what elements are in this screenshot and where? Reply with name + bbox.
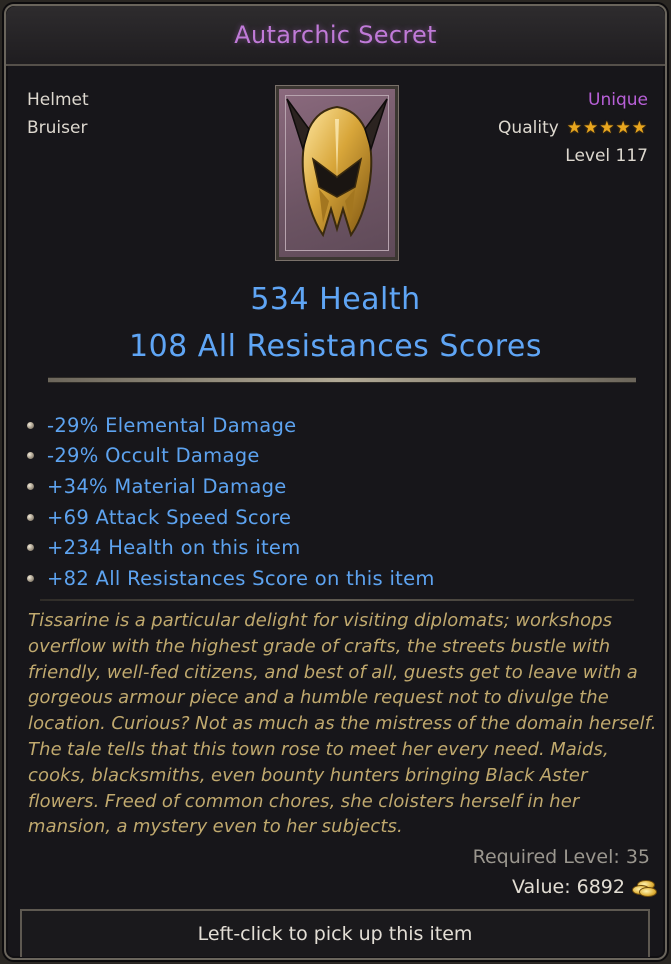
modifier-text: +69 Attack Speed Score bbox=[47, 505, 292, 529]
flavor-text: Tissarine is a particular delight for vi… bbox=[28, 608, 658, 840]
modifier-text: +234 Health on this item bbox=[47, 536, 301, 560]
bullet-icon bbox=[27, 452, 34, 460]
item-value: Value: 6892 bbox=[512, 876, 657, 898]
modifier-text: +34% Material Damage bbox=[47, 474, 287, 498]
item-rarity: Unique bbox=[588, 90, 648, 110]
flavor-line: cooks, blacksmiths, even bounty hunters … bbox=[28, 764, 588, 786]
quality-stars-icon: ★★★★★ bbox=[566, 118, 648, 138]
flavor-line: mansion, a mystery even to her subjects. bbox=[28, 816, 403, 838]
item-level: Level 117 bbox=[565, 146, 648, 166]
modifier-item: +82 All Resistances Score on this item bbox=[24, 563, 435, 594]
flavor-line: overflow with the highest grade of craft… bbox=[28, 635, 611, 657]
item-class: Bruiser bbox=[27, 118, 88, 138]
value-text: Value: 6892 bbox=[512, 876, 625, 898]
helmet-icon bbox=[286, 98, 388, 238]
flavor-line: gorgeous armour piece and a humble reque… bbox=[28, 687, 609, 709]
item-type-block: Helmet Bruiser bbox=[27, 86, 89, 142]
quality-label: Quality bbox=[498, 118, 559, 138]
bullet-icon bbox=[27, 421, 34, 429]
modifier-list: -29% Elemental Damage -29% Occult Damage… bbox=[24, 410, 435, 594]
secondary-stat: 108 All Resistances Scores bbox=[128, 329, 542, 364]
modifier-item: -29% Occult Damage bbox=[24, 441, 435, 472]
required-level: Required Level: 35 bbox=[472, 846, 650, 868]
flavor-line: Tissarine is a particular delight for vi… bbox=[28, 610, 613, 631]
modifier-item: +34% Material Damage bbox=[24, 471, 435, 502]
flavor-line: flowers. Freed of common chores, she clo… bbox=[28, 790, 580, 812]
item-quality: Quality ★★★★★ bbox=[498, 114, 648, 142]
flavor-line: friendly, well-fed citizens, and best of… bbox=[28, 661, 638, 683]
item-slot: Helmet bbox=[27, 90, 89, 110]
bullet-icon bbox=[27, 482, 34, 490]
modifier-item: +234 Health on this item bbox=[24, 532, 435, 563]
bullet-icon bbox=[27, 513, 34, 521]
modifier-text: -29% Elemental Damage bbox=[47, 413, 297, 437]
gold-coins-icon bbox=[631, 878, 657, 897]
flavor-line: The tale tells that this town rose to me… bbox=[28, 738, 609, 760]
item-portrait bbox=[275, 85, 399, 261]
modifier-text: -29% Occult Damage bbox=[47, 444, 260, 468]
modifier-item: -29% Elemental Damage bbox=[24, 410, 435, 441]
tooltip-header: Autarchic Secret bbox=[6, 6, 665, 66]
bullet-icon bbox=[27, 574, 34, 582]
bullet-icon bbox=[27, 544, 34, 552]
pickup-prompt[interactable]: Left-click to pick up this item bbox=[20, 909, 650, 957]
item-meta-block: Unique Quality ★★★★★ Level 117 bbox=[498, 86, 648, 170]
flavor-divider bbox=[40, 599, 634, 601]
primary-stat: 534 Health bbox=[250, 282, 421, 317]
modifier-item: +69 Attack Speed Score bbox=[24, 502, 435, 533]
item-name: Autarchic Secret bbox=[234, 21, 437, 49]
flavor-line: location. Curious? Not as much as the mi… bbox=[28, 713, 657, 735]
modifier-text: +82 All Resistances Score on this item bbox=[47, 566, 435, 590]
stats-divider bbox=[48, 377, 636, 383]
